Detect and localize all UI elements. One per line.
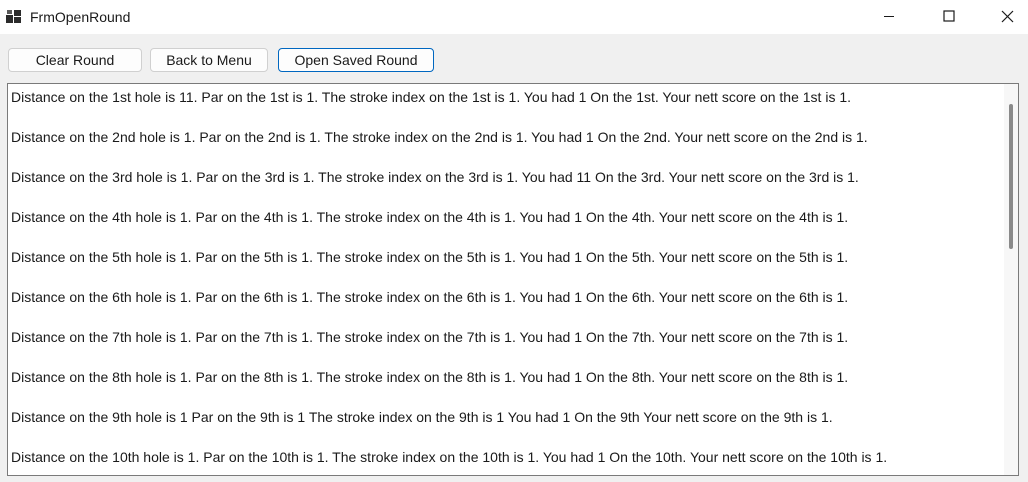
minimize-button[interactable] — [866, 0, 912, 32]
hole-line: Distance on the 7th hole is 1. Par on th… — [11, 329, 849, 345]
open-saved-round-button[interactable]: Open Saved Round — [278, 48, 434, 72]
close-button[interactable] — [984, 0, 1028, 32]
minimize-icon — [883, 10, 895, 22]
round-output-textbox[interactable]: Distance on the 1st hole is 11. Par on t… — [7, 83, 1019, 476]
hole-line: Distance on the 5th hole is 1. Par on th… — [11, 249, 849, 265]
maximize-button[interactable] — [926, 0, 972, 32]
title-bar[interactable]: FrmOpenRound — [0, 0, 1028, 34]
round-output-lines: Distance on the 1st hole is 11. Par on t… — [11, 88, 1001, 475]
vertical-scrollbar[interactable] — [1004, 84, 1018, 475]
hole-line: Distance on the 4th hole is 1. Par on th… — [11, 209, 849, 225]
close-icon — [1001, 10, 1014, 23]
scrollbar-thumb[interactable] — [1009, 104, 1013, 249]
clear-round-button[interactable]: Clear Round — [8, 48, 142, 72]
hole-line: Distance on the 10th hole is 1. Par on t… — [11, 449, 888, 465]
hole-line: Distance on the 1st hole is 11. Par on t… — [11, 89, 852, 105]
window-title: FrmOpenRound — [30, 9, 131, 25]
maximize-icon — [943, 10, 955, 22]
hole-line: Distance on the 2nd hole is 1. Par on th… — [11, 129, 868, 145]
app-icon — [6, 9, 22, 23]
hole-line: Distance on the 6th hole is 1. Par on th… — [11, 289, 849, 305]
app-window: FrmOpenRound Clear Round Back to Menu Op… — [0, 0, 1028, 482]
back-to-menu-button[interactable]: Back to Menu — [150, 48, 268, 72]
hole-line: Distance on the 9th hole is 1 Par on the… — [11, 409, 833, 425]
hole-line: Distance on the 3rd hole is 1. Par on th… — [11, 169, 859, 185]
hole-line: Distance on the 8th hole is 1. Par on th… — [11, 369, 849, 385]
